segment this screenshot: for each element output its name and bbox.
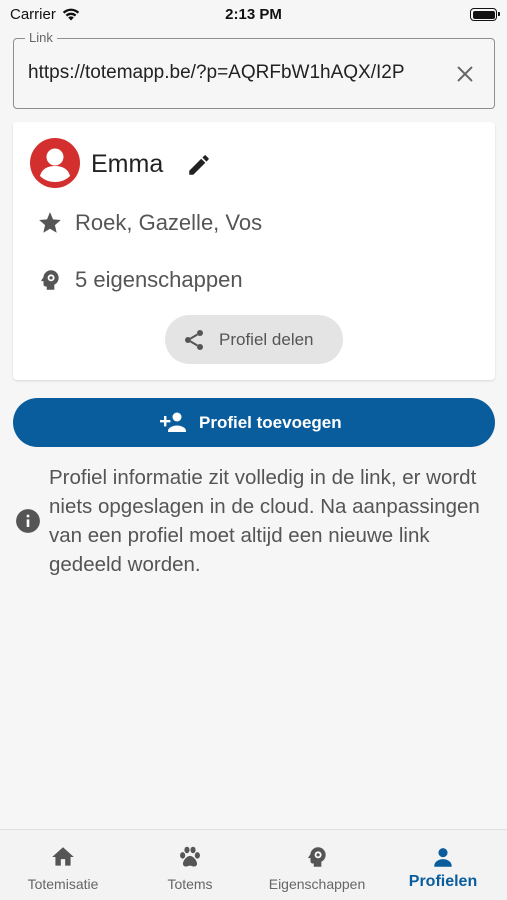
nav-label: Totems xyxy=(167,876,213,892)
profile-totems: Roek, Gazelle, Vos xyxy=(75,210,263,235)
info-text: Profiel informatie zit volledig in de li… xyxy=(49,466,480,576)
share-icon xyxy=(185,330,203,350)
star-icon xyxy=(39,212,61,233)
nav-tab-eigenschappen[interactable]: Eigenschappen xyxy=(254,830,380,900)
status-bar: Carrier 2:13 PM xyxy=(0,0,507,30)
profile-card: Emma Roek, Gazelle, Vos 5 eigenschappen … xyxy=(13,122,495,380)
head-gear-icon xyxy=(41,270,59,290)
nav-label: Profielen xyxy=(408,873,478,890)
add-profile-button[interactable]: Profiel toevoegen xyxy=(13,398,495,447)
bottom-nav: Totemisatie Totems Eigenschappen Profiel… xyxy=(0,829,507,900)
info-icon xyxy=(16,509,40,533)
nav-tab-totemisatie[interactable]: Totemisatie xyxy=(0,830,126,900)
head-gear-icon xyxy=(308,847,326,867)
clear-icon[interactable] xyxy=(454,63,476,85)
battery-icon xyxy=(470,8,500,21)
share-profile-button[interactable]: Profiel delen xyxy=(165,315,343,364)
nav-label: Totemisatie xyxy=(27,876,99,892)
edit-icon[interactable] xyxy=(186,152,212,178)
paw-icon xyxy=(180,846,200,867)
home-icon xyxy=(52,847,74,866)
share-profile-label: Profiel delen xyxy=(219,330,314,349)
add-person-icon xyxy=(160,412,186,432)
person-icon xyxy=(434,848,452,867)
link-input[interactable]: https://totemapp.be/?p=AQRFbW1hAQX/I2P xyxy=(28,62,423,84)
profile-name: Emma xyxy=(91,150,164,178)
traits-count: 5 eigenschappen xyxy=(75,267,243,292)
nav-tab-profielen[interactable]: Profielen xyxy=(380,830,506,900)
add-profile-label: Profiel toevoegen xyxy=(199,413,342,432)
clock: 2:13 PM xyxy=(225,6,282,23)
avatar-icon xyxy=(30,138,80,188)
link-field[interactable]: Link https://totemapp.be/?p=AQRFbW1hAQX/… xyxy=(13,30,495,109)
nav-label: Eigenschappen xyxy=(268,876,366,892)
nav-tab-totems[interactable]: Totems xyxy=(127,830,253,900)
link-field-label: Link xyxy=(25,30,57,45)
